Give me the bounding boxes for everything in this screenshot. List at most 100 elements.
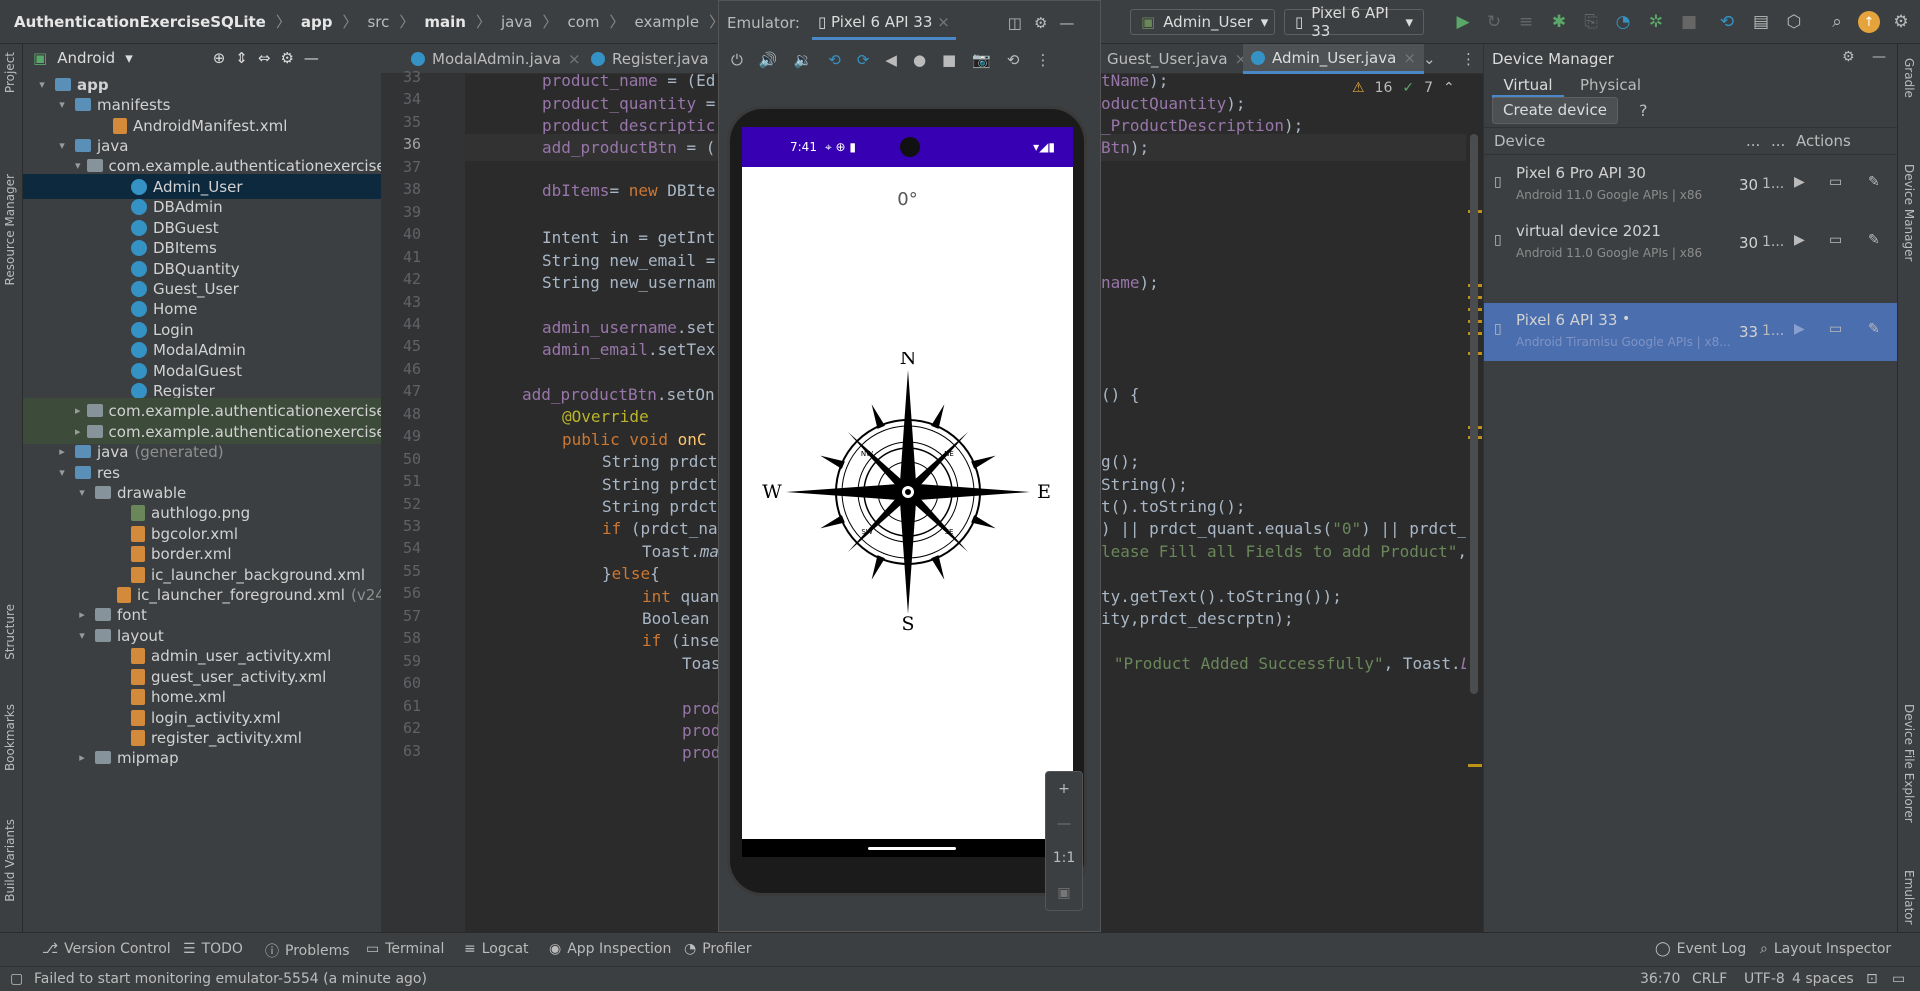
launch-icon[interactable]: ▶: [1794, 321, 1805, 337]
snapshot-icon[interactable]: ⟲: [1007, 51, 1020, 69]
attach-debugger-icon[interactable]: ⎘: [1580, 11, 1602, 33]
status-message[interactable]: Failed to start monitoring emulator-5554…: [34, 971, 427, 987]
expand-arrow-icon[interactable]: ▾: [75, 486, 89, 499]
run-config-select[interactable]: ▣ Admin_User ▾: [1130, 9, 1275, 35]
device-row[interactable]: ▯ virtual device 2021 Android 11.0 Googl…: [1484, 214, 1898, 272]
tool-problems[interactable]: ⓘ Problems: [265, 941, 350, 961]
folder-icon[interactable]: ▭: [1829, 321, 1842, 337]
zoom-out-icon[interactable]: —: [1057, 816, 1071, 832]
status-toggle-icon[interactable]: ▢: [10, 971, 23, 987]
settings-icon[interactable]: ⚙: [1034, 14, 1047, 32]
tab-register[interactable]: Register.java×: [591, 44, 728, 74]
fit-screen-icon[interactable]: ▣: [1057, 885, 1070, 901]
tab-virtual[interactable]: Virtual: [1492, 68, 1564, 98]
tool-window-gradle[interactable]: Gradle: [1902, 58, 1916, 98]
settings-icon[interactable]: ⚙: [1842, 49, 1855, 65]
tool-layout-inspector[interactable]: ⌕ Layout Inspector: [1760, 941, 1891, 957]
expand-arrow-icon[interactable]: ▸: [75, 425, 81, 438]
inspection-widget[interactable]: ⚠16 ✓7 ⌃⌄: [1352, 80, 1468, 96]
device-row[interactable]: ▯ Pixel 6 Pro API 30 Android 11.0 Google…: [1484, 156, 1898, 214]
memory-icon[interactable]: ▭: [1892, 971, 1905, 987]
project-view-select[interactable]: Android: [57, 49, 115, 67]
attach-icon[interactable]: ✲: [1645, 11, 1667, 33]
chevron-up-icon[interactable]: ⌃: [1443, 80, 1455, 96]
indent-setting[interactable]: 4 spaces: [1792, 971, 1854, 987]
tool-window-device-manager[interactable]: Device Manager: [1902, 164, 1916, 261]
chevron-down-icon[interactable]: ▾: [125, 49, 133, 67]
tool-logcat[interactable]: ≡ Logcat: [464, 941, 529, 957]
tab-admin-user[interactable]: Admin_User.java ×: [1243, 44, 1424, 74]
tool-version-control[interactable]: ⎇ Version Control: [42, 941, 171, 957]
tool-window-bookmarks[interactable]: Bookmarks: [3, 704, 17, 771]
create-device-button[interactable]: Create device: [1492, 97, 1618, 124]
run-icon[interactable]: ▶: [1452, 11, 1474, 33]
more-tabs-icon[interactable]: ⋮: [1461, 44, 1476, 74]
tool-profiler[interactable]: ◔ Profiler: [684, 941, 752, 957]
power-icon[interactable]: ⏻: [731, 51, 743, 69]
overview-icon[interactable]: ■: [942, 51, 956, 69]
edit-icon[interactable]: ✎: [1868, 321, 1880, 337]
locate-icon[interactable]: ⊕: [213, 49, 226, 67]
device-manager-icon[interactable]: ▤: [1750, 11, 1772, 33]
breadcrumb-src[interactable]: src: [367, 13, 389, 31]
tool-window-emulator[interactable]: Emulator: [1902, 870, 1916, 925]
expand-arrow-icon[interactable]: ▸: [75, 751, 89, 764]
breadcrumb-example[interactable]: example: [635, 13, 700, 31]
file-encoding[interactable]: UTF-8: [1744, 971, 1785, 987]
camera-icon[interactable]: 📷: [972, 51, 991, 69]
tab-physical[interactable]: Physical: [1580, 76, 1641, 94]
phone-screen[interactable]: 7:41 ⌖ ⊕ ▮ ▾◢▮ 0° N S E W NE NW SE SW: [742, 127, 1073, 857]
expand-all-icon[interactable]: ⇕: [235, 49, 248, 67]
search-icon[interactable]: ⌕: [1826, 11, 1848, 33]
launch-icon[interactable]: ▶: [1794, 232, 1805, 248]
column-device[interactable]: Device: [1494, 132, 1545, 150]
home-icon[interactable]: ●: [913, 51, 926, 69]
stop-icon[interactable]: ■: [1678, 11, 1700, 33]
tool-window-structure[interactable]: Structure: [3, 604, 17, 660]
device-select[interactable]: ▯ Pixel 6 API 33 ▾: [1284, 4, 1424, 40]
collapse-all-icon[interactable]: ⇔: [258, 49, 271, 67]
rotate-left-icon[interactable]: ⟲: [828, 51, 841, 69]
lock-icon[interactable]: ⊡: [1866, 971, 1878, 987]
line-separator[interactable]: CRLF: [1692, 971, 1727, 987]
expand-arrow-icon[interactable]: ▾: [35, 78, 49, 91]
tab-modaladmin[interactable]: ModalAdmin.java ×: [411, 44, 581, 74]
edit-icon[interactable]: ✎: [1868, 174, 1880, 190]
expand-arrow-icon[interactable]: ▾: [75, 159, 81, 172]
tool-window-device-file-explorer[interactable]: Device File Explorer: [1902, 704, 1916, 823]
volume-down-icon[interactable]: 🔉: [794, 51, 813, 69]
settings-icon[interactable]: ⚙: [1890, 11, 1912, 33]
tool-todo[interactable]: ☰ TODO: [183, 941, 243, 957]
expand-arrow-icon[interactable]: ▾: [75, 629, 89, 642]
hide-icon[interactable]: —: [1059, 14, 1074, 32]
column-api[interactable]: ...: [1746, 132, 1760, 150]
close-icon[interactable]: ×: [937, 13, 950, 31]
rotate-right-icon[interactable]: ⟳: [857, 51, 870, 69]
sdk-manager-icon[interactable]: ⬡: [1783, 11, 1805, 33]
device-row-selected[interactable]: ▯ Pixel 6 API 33 • Android Tiramisu Goog…: [1484, 303, 1898, 361]
expand-arrow-icon[interactable]: ▾: [55, 98, 69, 111]
expand-arrow-icon[interactable]: ▸: [75, 404, 81, 417]
expand-arrow-icon[interactable]: ▸: [75, 608, 89, 621]
debug-icon[interactable]: ✱: [1548, 11, 1570, 33]
update-icon[interactable]: ↑: [1858, 11, 1880, 33]
editor-scrollbar[interactable]: [1466, 74, 1483, 932]
back-icon[interactable]: ◀: [885, 51, 897, 69]
tool-terminal[interactable]: ▭ Terminal: [366, 941, 444, 957]
settings-icon[interactable]: ⚙: [280, 49, 293, 67]
breadcrumb-main[interactable]: main: [424, 13, 466, 31]
breadcrumb-app[interactable]: app: [301, 13, 333, 31]
zoom-reset-button[interactable]: 1:1: [1053, 850, 1076, 866]
emulator-tab[interactable]: ▯ Pixel 6 API 33 ×: [811, 7, 956, 40]
expand-arrow-icon[interactable]: ▸: [55, 445, 69, 458]
more-icon[interactable]: ⋮: [1036, 51, 1051, 69]
folder-icon[interactable]: ▭: [1829, 174, 1842, 190]
profile-icon[interactable]: ◔: [1612, 11, 1634, 33]
tool-app-inspection[interactable]: ◉ App Inspection: [549, 941, 671, 957]
tree-item[interactable]: ▸ mipmap: [23, 745, 381, 770]
tool-window-project[interactable]: Project: [3, 52, 17, 93]
tab-list-chevron-icon[interactable]: ⌄: [1423, 44, 1436, 74]
apply-changes-icon[interactable]: ≡: [1515, 11, 1537, 33]
hide-icon[interactable]: —: [304, 49, 319, 67]
expand-arrow-icon[interactable]: ▾: [55, 466, 69, 479]
